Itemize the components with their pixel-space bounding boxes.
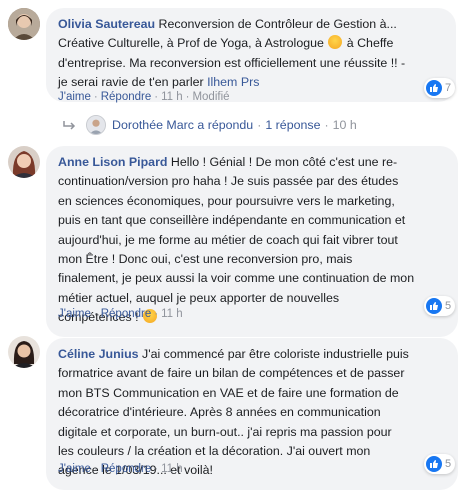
reaction-badge[interactable]: 5 [424, 296, 456, 316]
comment-text: aujourd'hui, je me forme au métier de co… [58, 232, 398, 247]
reply-summary[interactable]: Dorothée Marc a répondu · 1 réponse · 10… [62, 115, 357, 135]
comment-text: puis en tant que conseillère indépendant… [58, 213, 406, 228]
like-link[interactable]: J'aime [58, 91, 91, 103]
comment-author[interactable]: Olivia Sautereau [58, 17, 155, 31]
reply-link[interactable]: Répondre [101, 308, 152, 320]
smiling-face-emoji-icon [328, 35, 343, 50]
comment-text: je serai ravie de t'en parler [58, 75, 208, 90]
comment-text: Hello ! Génial ! De mon côté c'est une r… [167, 155, 398, 169]
reaction-count: 5 [445, 300, 452, 312]
comment-text: métier actuel, auquel je peux apporter d… [58, 290, 340, 305]
comment-bubble: Olivia Sautereau Reconversion de Contrôl… [46, 8, 456, 102]
reply-arrow-icon [63, 121, 76, 130]
comment-actions: J'aime · Répondre · 11 h [58, 308, 183, 320]
mention-link[interactable]: Ilhem Prs [207, 75, 259, 89]
reaction-badge[interactable]: 5 [424, 454, 456, 474]
comment-author[interactable]: Anne Lison Pipard [58, 155, 167, 169]
comment-text: les couleurs / la création et la décorat… [58, 444, 371, 459]
reply-link[interactable]: Répondre [101, 91, 152, 103]
comment-text: finalement, je peux aussi la voir comme … [58, 271, 415, 286]
timestamp[interactable]: 11 h [161, 91, 183, 103]
avatar[interactable] [8, 336, 40, 368]
comment-text: mon BTS Communication en VAE et de faire… [58, 385, 399, 400]
reply-summary-text[interactable]: Dorothée Marc a répondu [112, 118, 253, 132]
like-link[interactable]: J'aime [58, 463, 91, 475]
comment-text: Reconversion de Contrôleur de Gestion à.… [155, 17, 397, 31]
edited-label: Modifié [192, 91, 230, 103]
like-icon [426, 298, 442, 314]
comment-actions: J'aime · Répondre · 11 h · Modifié [58, 91, 230, 103]
reply-link[interactable]: Répondre [101, 463, 152, 475]
timestamp[interactable]: 11 h [161, 308, 183, 320]
profile-photo-anne-icon [8, 146, 40, 178]
reaction-count: 5 [445, 458, 452, 470]
reaction-count: 7 [445, 82, 452, 94]
comment-actions: J'aime · Répondre · 11 h [58, 463, 183, 475]
comment-text: à Cheffe [343, 36, 394, 51]
comment-text: mon Être ! Donc oui, c'est une reconvers… [58, 252, 353, 267]
comment-text: formatrice avant de faire un bilan de co… [58, 366, 405, 381]
reaction-badge[interactable]: 7 [424, 78, 456, 98]
reply-count[interactable]: 1 réponse [265, 118, 320, 132]
comment-text: digitale et corporate, un burn-out.. j'a… [58, 424, 392, 439]
avatar [86, 115, 106, 135]
comment-text: d'entreprise. Ma reconversion est offici… [58, 55, 406, 70]
profile-photo-olivia-icon [8, 8, 40, 40]
comment-text: continuation/version pro haha ! Je suis … [58, 174, 399, 189]
avatar[interactable] [8, 146, 40, 178]
timestamp: 10 h [332, 118, 357, 132]
comment-text: Créative Culturelle, à Prof de Yoga, à A… [58, 36, 328, 51]
comment-text: J'ai commencé par être coloriste industr… [138, 347, 409, 361]
comment-text: décoratrice d'intérieure. Après 8 années… [58, 405, 381, 420]
like-link[interactable]: J'aime [58, 308, 91, 320]
comment-text: en sciences économiques, pour poursuivre… [58, 193, 395, 208]
like-icon [426, 456, 442, 472]
timestamp[interactable]: 11 h [161, 463, 183, 475]
comment-author[interactable]: Céline Junius [58, 347, 139, 361]
like-icon [426, 80, 442, 96]
avatar[interactable] [8, 8, 40, 40]
profile-photo-dorothee-icon [87, 116, 105, 134]
profile-photo-celine-icon [8, 336, 40, 368]
